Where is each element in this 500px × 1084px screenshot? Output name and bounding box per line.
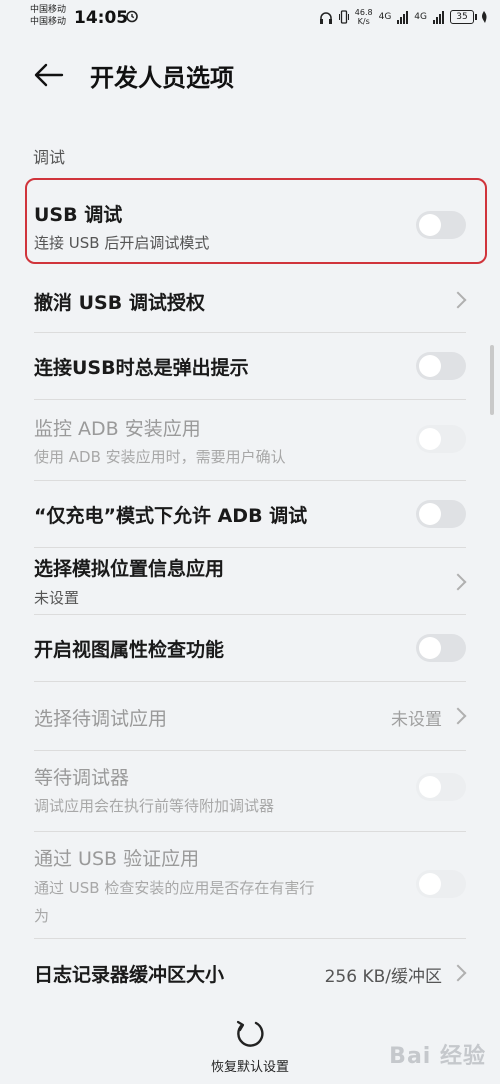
status-icons: 46.8 K/s 4G 4G 35 — [319, 6, 488, 28]
status-bar: 中国移动 中国移动 14:05 46.8 K/s 4G 4G 35 — [0, 0, 500, 36]
app-header: 开发人员选项 — [0, 48, 500, 104]
row-revoke-usb-auth[interactable]: 撤消 USB 调试授权 — [0, 272, 500, 332]
row-title: 等待调试器 — [34, 767, 130, 789]
chevron-right-icon — [449, 707, 467, 725]
row-usb-prompt[interactable]: 连接USB时总是弹出提示 — [0, 333, 500, 399]
row-title: 选择模拟位置信息应用 — [34, 558, 225, 580]
chevron-right-icon — [449, 573, 467, 591]
charge-only-adb-toggle[interactable] — [416, 500, 466, 528]
chevron-right-icon — [449, 964, 467, 982]
row-subtitle: 使用 ADB 安装应用时，需要用户确认 — [34, 448, 286, 466]
monitor-adb-toggle — [416, 425, 466, 453]
carrier-1: 中国移动 — [30, 5, 67, 15]
signal-icon — [397, 10, 409, 24]
row-title: 选择待调试应用 — [34, 708, 168, 730]
watermark-logo: Bai 经验 — [389, 1044, 486, 1069]
row-view-attribute-inspection[interactable]: 开启视图属性检查功能 — [0, 615, 500, 681]
row-title: 开启视图属性检查功能 — [34, 639, 225, 661]
row-verify-apps-over-usb: 通过 USB 验证应用 通过 USB 检查安装的应用是否存在有害行 为 — [0, 832, 500, 938]
highlight-box — [25, 178, 487, 264]
wait-debugger-toggle — [416, 773, 466, 801]
net-type-2: 4G — [414, 12, 427, 22]
charging-icon — [482, 11, 487, 23]
row-wait-for-debugger: 等待调试器 调试应用会在执行前等待附加调试器 — [0, 751, 500, 831]
vibrate-icon — [338, 10, 349, 24]
row-monitor-adb-install: 监控 ADB 安装应用 使用 ADB 安装应用时，需要用户确认 — [0, 400, 500, 480]
net-speed-unit: K/s — [357, 17, 370, 26]
row-title: 连接USB时总是弹出提示 — [34, 357, 249, 379]
signal-icon-2 — [433, 10, 444, 24]
net-type-1: 4G — [378, 12, 392, 22]
scrollbar[interactable] — [490, 345, 494, 415]
row-select-debug-app: 选择待调试应用 未设置 — [0, 682, 500, 750]
row-title: 日志记录器缓冲区大小 — [34, 964, 225, 986]
row-logger-buffer-size[interactable]: 日志记录器缓冲区大小 256 KB/缓冲区 — [0, 939, 500, 1005]
section-label: 调试 — [33, 148, 66, 167]
row-subtitle: 通过 USB 检查安装的应用是否存在有害行 — [34, 879, 315, 897]
row-title: 撤消 USB 调试授权 — [34, 292, 205, 314]
reset-icon[interactable] — [234, 1018, 266, 1050]
row-title: “仅充电”模式下允许 ADB 调试 — [34, 505, 308, 527]
row-charge-only-adb[interactable]: “仅充电”模式下允许 ADB 调试 — [0, 481, 500, 547]
row-value: 未设置 — [391, 710, 442, 730]
chevron-right-icon — [449, 291, 467, 309]
headphones-icon — [319, 11, 332, 24]
row-title: 监控 ADB 安装应用 — [34, 418, 201, 440]
net-speed: 46.8 K/s — [355, 8, 373, 26]
clock: 14:05 — [74, 8, 129, 28]
carrier-labels: 中国移动 中国移动 — [30, 4, 66, 28]
verify-apps-toggle — [416, 870, 466, 898]
page-title: 开发人员选项 — [90, 64, 234, 92]
row-value: 256 KB/缓冲区 — [324, 967, 442, 987]
row-subtitle-continued: 为 — [34, 907, 50, 925]
carrier-2: 中国移动 — [30, 17, 67, 27]
row-subtitle: 未设置 — [34, 589, 80, 607]
row-subtitle: 调试应用会在执行前等待附加调试器 — [34, 797, 275, 815]
alarm-icon — [126, 10, 138, 23]
usb-prompt-toggle[interactable] — [416, 352, 466, 380]
bottom-bar: 恢复默认设置 Bai 经验 — [0, 1000, 500, 1084]
row-mock-location-app[interactable]: 选择模拟位置信息应用 未设置 — [0, 548, 500, 614]
back-arrow-icon[interactable] — [32, 60, 66, 90]
net-speed-value: 46.8 — [354, 8, 373, 17]
row-title: 通过 USB 验证应用 — [34, 848, 200, 870]
view-attribute-toggle[interactable] — [416, 634, 466, 662]
battery-icon: 35 — [450, 10, 477, 24]
